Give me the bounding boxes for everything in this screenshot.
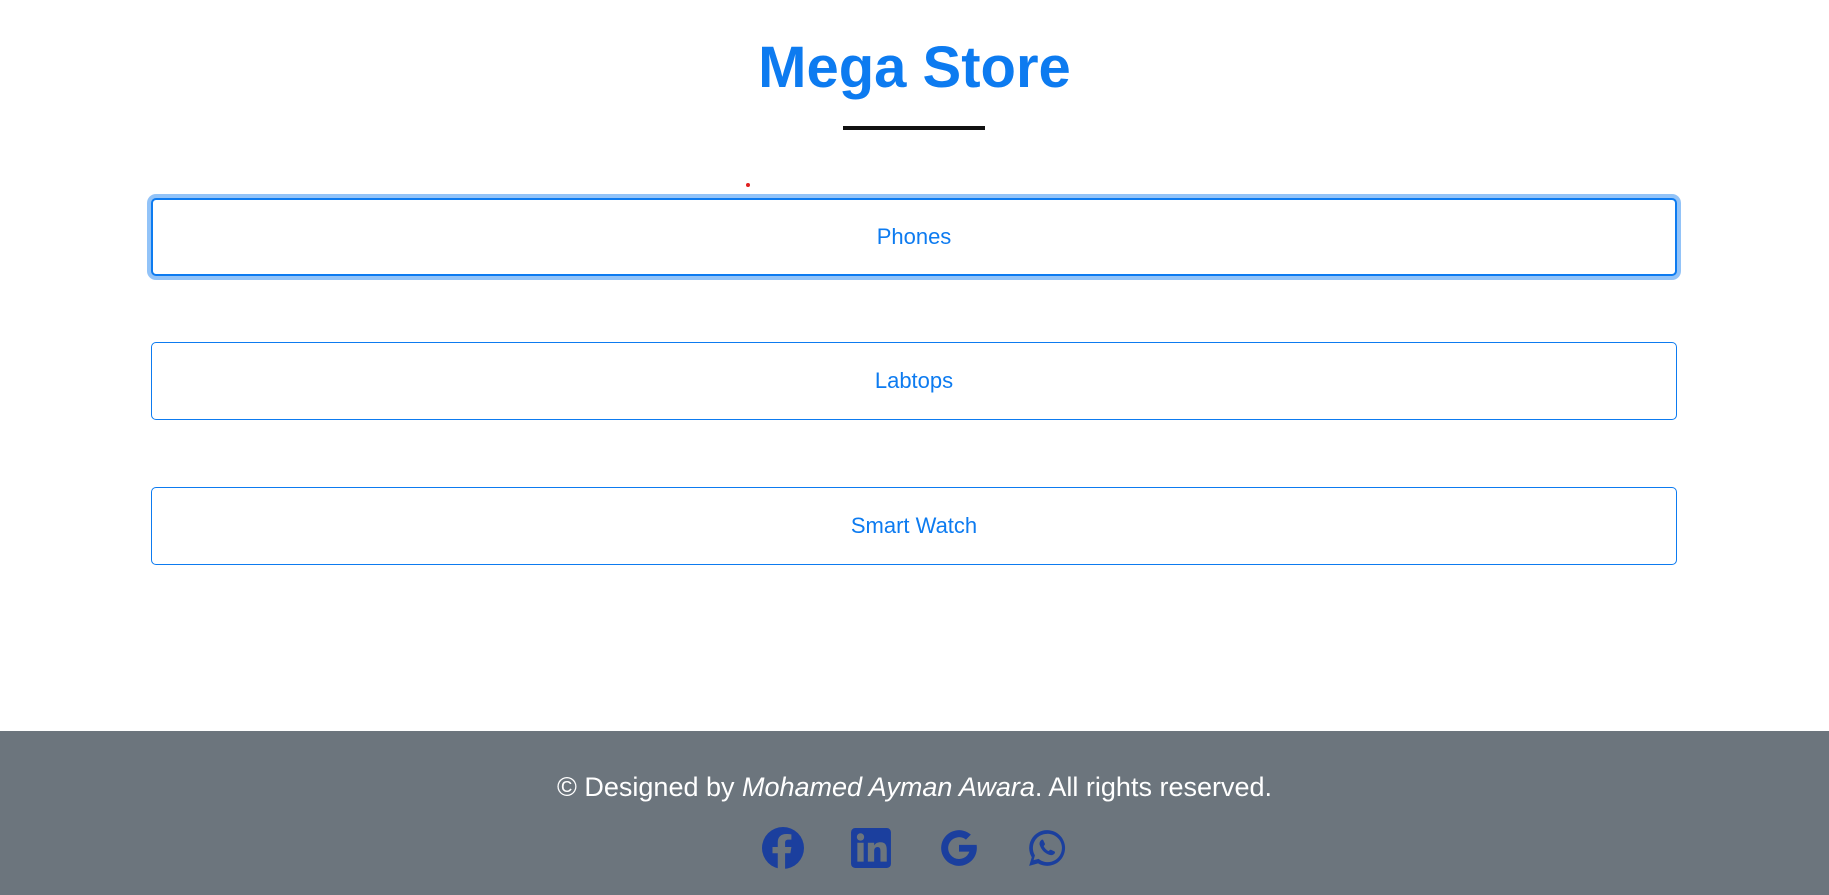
google-icon[interactable] (938, 827, 980, 869)
footer: © Designed by Mohamed Ayman Awara. All r… (0, 731, 1829, 895)
linkedin-icon[interactable] (850, 827, 892, 869)
social-links (0, 827, 1829, 869)
cursor-dot (746, 183, 750, 187)
copyright-text: © Designed by Mohamed Ayman Awara. All r… (0, 767, 1829, 807)
smart-watch-button[interactable]: Smart Watch (151, 487, 1677, 565)
page: Mega Store Phones Labtops Smart Watch © … (0, 0, 1829, 895)
facebook-icon[interactable] (761, 827, 804, 869)
copyright-suffix: . All rights reserved. (1034, 772, 1272, 802)
labtops-button[interactable]: Labtops (151, 342, 1677, 420)
whatsapp-icon[interactable] (1026, 827, 1068, 869)
author-name: Mohamed Ayman Awara (742, 772, 1035, 802)
phones-button[interactable]: Phones (151, 198, 1677, 276)
page-title: Mega Store (758, 35, 1071, 100)
title-underline (843, 126, 985, 130)
copyright-prefix: © Designed by (557, 772, 742, 802)
